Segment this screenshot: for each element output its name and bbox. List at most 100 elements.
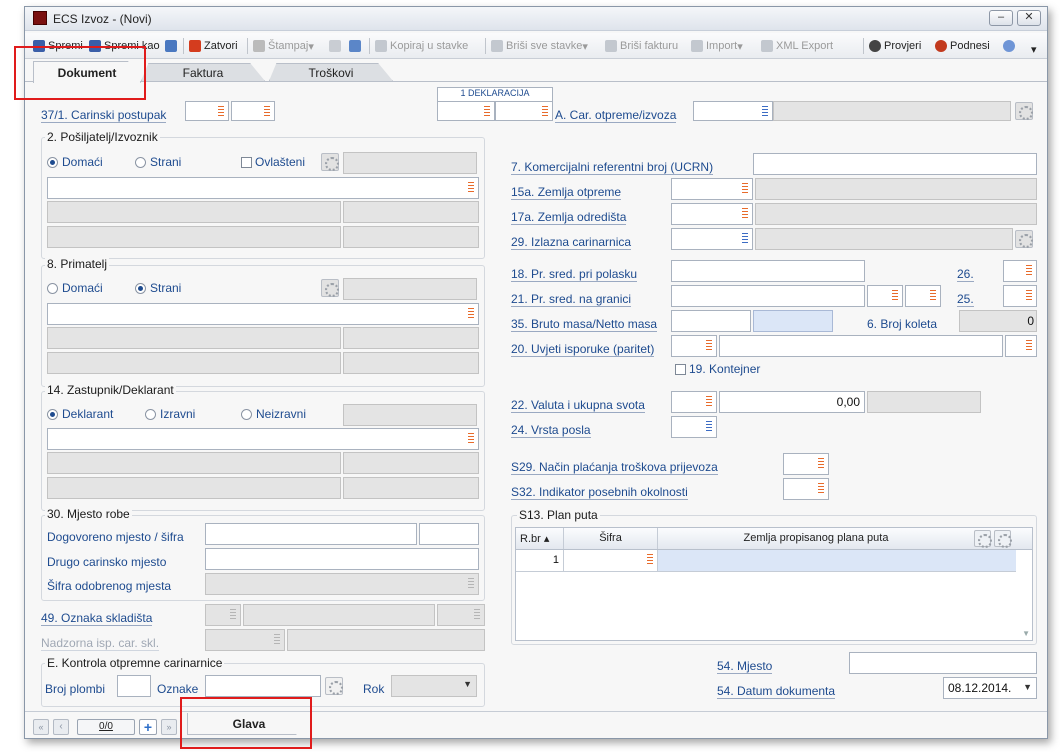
grid-icon[interactable] [325,677,343,695]
zemlja-otpreme-field[interactable] [671,178,753,200]
delete-all-items-button[interactable]: Briši sve stavke ▾ [491,38,588,54]
primatelj-domaci-radio[interactable]: Domaći [47,281,103,295]
oznaka-skladista-label: 49. Oznaka skladišta [41,611,153,626]
netto-masa-field[interactable] [753,310,833,332]
primatelj-strani-radio[interactable]: Strani [135,281,181,295]
prev-record-button[interactable]: ‹ [53,719,69,735]
uvjeti-field[interactable] [719,335,1003,357]
posiljatelj-city-field [47,226,341,248]
export-doc-button[interactable] [349,38,364,54]
col-rbr[interactable]: R.br ▴ [516,528,564,549]
sred-polasku-label: 18. Pr. sred. pri polasku [511,267,638,282]
datum54-label: 54. Datum dokumenta [717,684,836,699]
close-button[interactable]: ✕ [1017,10,1041,26]
rok-select[interactable]: ▼ [391,675,477,697]
posla-label: 24. Vrsta posla [511,423,591,438]
broj-plombi-field[interactable] [117,675,151,697]
toolbar: Spremi Spremi kao Zatvori Štampaj ▾ Kopi… [25,33,1047,59]
deklaracija-field-2[interactable] [495,101,553,121]
toolbar-overflow-button[interactable]: ▾ [1031,41,1037,57]
oznaka-skladista-desc [243,604,435,626]
izlazna-lookup-icon[interactable] [1015,230,1033,248]
add-record-icon[interactable]: + [139,719,157,735]
car-otpreme-field[interactable] [693,101,773,121]
nadzorna-desc [287,629,485,651]
document-icon [349,40,361,52]
zastupnik-name-field[interactable] [47,428,479,450]
s29-field[interactable] [783,453,829,475]
primatelj-title: 8. Primatelj [45,257,110,271]
import-button[interactable]: Import ▾ [691,38,743,54]
posiljatelj-name-field[interactable] [47,177,479,199]
dogovoreno-sifra-field[interactable] [419,523,479,545]
mjesto54-field[interactable] [849,652,1037,674]
highlight-dokument-tab [14,46,146,100]
kontejner-checkbox[interactable]: 19. Kontejner [675,362,760,376]
l25-field[interactable] [1003,285,1037,307]
minimize-button[interactable]: – [989,10,1013,26]
plan-puta-header: R.br ▴ Šifra Zemlja propisanog plana put… [516,528,1032,550]
ucrn-field[interactable] [753,153,1037,175]
s32-field[interactable] [783,478,829,500]
uvjeti-code-field[interactable] [671,335,717,357]
chevron-down-icon: ▼ [1023,682,1032,692]
primatelj-lookup-icon[interactable] [321,279,339,297]
bruto-masa-field[interactable] [671,310,751,332]
carinski-postupak-field-2[interactable] [231,101,275,121]
close-doc-button[interactable]: Zatvori [189,38,238,54]
uvjeti-extra-field[interactable] [1005,335,1037,357]
neizravni-radio[interactable]: Neizravni [241,407,306,421]
row-zemlja-cell[interactable] [658,550,1016,571]
deklaracija-field-1[interactable] [437,101,495,121]
ucrn-label: 7. Komercijalni referentni broj (UCRN) [511,160,714,175]
sred-polasku-field[interactable] [671,260,865,282]
ukupna-svota-field[interactable]: 0,00 [719,391,865,413]
posiljatelj-domaci-radio[interactable]: Domaći [47,155,103,169]
oznake-field[interactable] [205,675,321,697]
tab-troskovi[interactable]: Troškovi [269,63,393,81]
sred-granici-field[interactable] [671,285,865,307]
primatelj-address-field-2 [343,327,479,349]
submit-button[interactable]: Podnesi [935,38,990,54]
zastupnik-code-field [343,404,477,426]
lookup-icon[interactable] [1015,102,1033,120]
kontrola-title: E. Kontrola otpremne carinarnice [45,656,225,670]
carinski-postupak-field[interactable] [185,101,229,121]
sred-granici-code-2[interactable] [905,285,941,307]
app-icon [33,11,47,25]
delete-invoice-button[interactable]: Briši fakturu [605,38,678,54]
izravni-radio[interactable]: Izravni [145,407,195,421]
ovlasteni-checkbox[interactable]: Ovlašteni [241,155,305,169]
deklarant-radio[interactable]: Deklarant [47,407,113,421]
datum54-field[interactable]: 08.12.2014. ▼ [943,677,1037,699]
zastupnik-address-field-2 [343,452,479,474]
posla-field[interactable] [671,416,717,438]
col-sifra[interactable]: Šifra [564,528,658,549]
check-button[interactable]: Provjeri [869,38,921,54]
col-zemlja[interactable]: Zemlja propisanog plana puta [658,528,974,549]
add-row-icon[interactable] [974,530,992,548]
info-button[interactable] [1003,38,1018,54]
scroll-down-icon[interactable]: ▼ [1022,629,1030,638]
drugo-mjesto-field[interactable] [205,548,479,570]
calendar-button[interactable] [165,38,180,54]
primatelj-name-field[interactable] [47,303,479,325]
copy-items-button[interactable]: Kopiraj u stavke [375,38,468,54]
zemlja-odredista-field[interactable] [671,203,753,225]
sred-granici-code-1[interactable] [867,285,903,307]
tab-faktura[interactable]: Faktura [141,63,265,81]
print-button[interactable]: Štampaj ▾ [253,38,314,54]
delete-row-icon[interactable] [994,530,1012,548]
izlazna-field[interactable] [671,228,753,250]
posiljatelj-strani-radio[interactable]: Strani [135,155,181,169]
xml-export-button[interactable]: XML Export [761,38,833,54]
last-record-button[interactable]: » [161,719,177,735]
table-row[interactable]: 1 [516,550,1016,572]
first-record-button[interactable]: « [33,719,49,735]
row-sifra-cell[interactable] [564,550,658,571]
dogovoreno-field[interactable] [205,523,417,545]
ovlasteni-lookup-icon[interactable] [321,153,339,171]
valuta-code-field[interactable] [671,391,717,413]
l26-field[interactable] [1003,260,1037,282]
preview-button[interactable] [329,38,344,54]
